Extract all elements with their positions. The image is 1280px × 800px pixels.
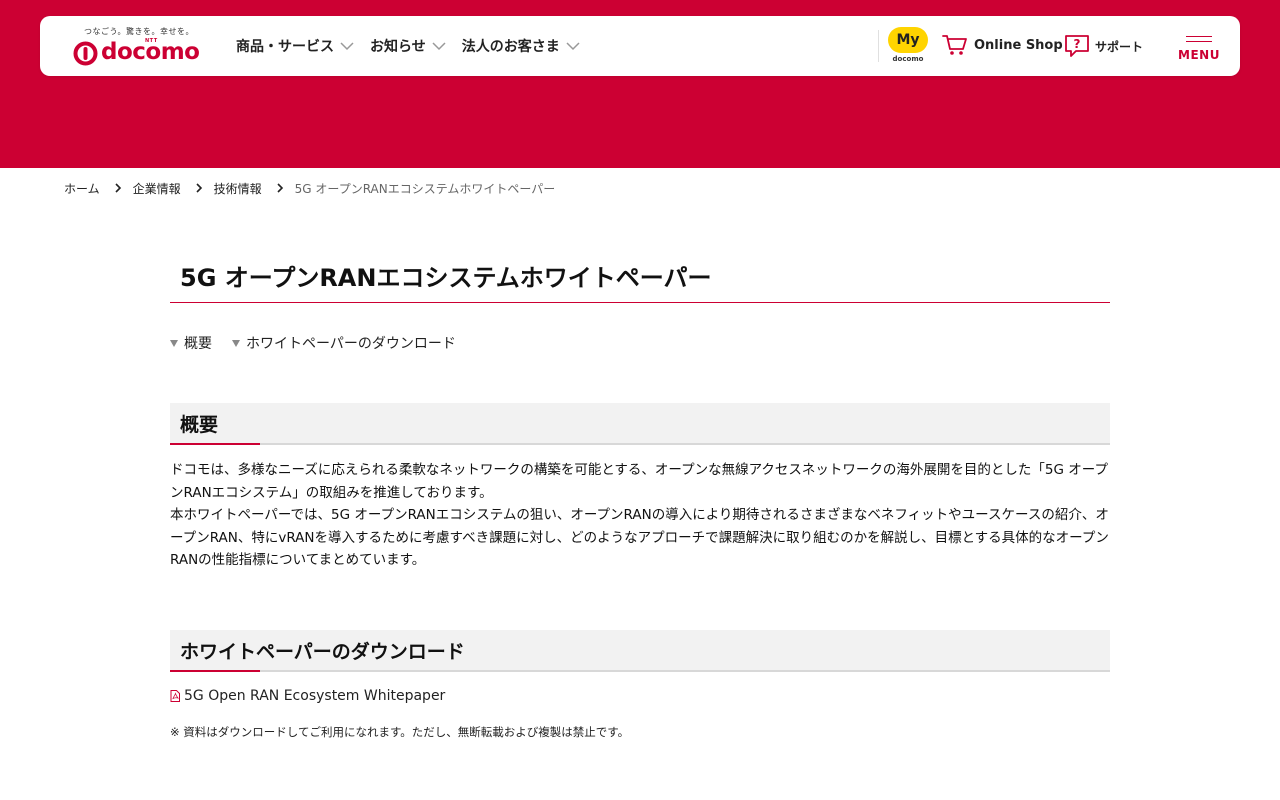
nav-item-news[interactable]: お知らせ xyxy=(370,36,446,56)
support-label: サポート xyxy=(1095,39,1144,54)
heading-accent-bar xyxy=(170,669,260,672)
section-heading-text: ホワイトペーパーのダウンロード xyxy=(180,640,465,663)
my-docomo-sublabel: docomo xyxy=(892,55,924,63)
my-badge: My xyxy=(888,27,928,53)
chevron-right-icon xyxy=(196,183,202,193)
pdf-icon xyxy=(170,689,180,702)
docomo-ring-icon xyxy=(73,41,98,66)
hamburger-icon xyxy=(1186,36,1212,42)
anchor-download[interactable]: ホワイトペーパーのダウンロード xyxy=(232,333,456,353)
logo-tagline: つなごう。驚きを。幸せを。 xyxy=(84,27,195,36)
global-nav: 商品・サービス お知らせ 法人のお客さま xyxy=(236,16,596,76)
breadcrumb-home[interactable]: ホーム xyxy=(64,180,100,197)
chevron-down-icon xyxy=(432,41,446,50)
nav-item-label: お知らせ xyxy=(370,39,426,55)
download-link-label: 5G Open RAN Ecosystem Whitepaper xyxy=(184,687,446,704)
logo-wordmark: docomo xyxy=(101,39,200,65)
breadcrumb-technology[interactable]: 技術情報 xyxy=(214,180,262,197)
chevron-down-icon xyxy=(566,41,580,50)
breadcrumb-current: 5G オープンRANエコシステムホワイトペーパー xyxy=(294,181,556,196)
breadcrumb: ホーム 企業情報 技術情報 5G オープンRANエコシステムホワイトペーパー xyxy=(64,180,555,196)
online-shop-label: Online Shop xyxy=(974,37,1063,53)
nav-item-label: 法人のお客さま xyxy=(461,39,560,55)
whitepaper-download-link[interactable]: 5G Open RAN Ecosystem Whitepaper xyxy=(170,688,1110,704)
cart-icon xyxy=(942,35,967,55)
support-link[interactable]: ? サポート xyxy=(1064,34,1143,58)
svg-text:?: ? xyxy=(1074,37,1081,51)
main-content: 5G オープンRANエコシステムホワイトペーパー 概要 ホワイトペーパーのダウン… xyxy=(170,262,1110,740)
section-heading-overview: 概要 xyxy=(170,403,1110,445)
chevron-down-icon xyxy=(340,41,354,50)
global-header: つなごう。驚きを。幸せを。 NTT docomo 商品・サービス お知らせ 法人… xyxy=(40,16,1240,76)
overview-paragraph: ドコモは、多様なニーズに応えられる柔軟なネットワークの構築を可能とする、オープン… xyxy=(170,462,1108,501)
chevron-right-icon xyxy=(115,183,121,193)
online-shop-link[interactable]: Online Shop xyxy=(942,34,1063,56)
my-docomo-button[interactable]: My docomo xyxy=(888,27,928,65)
anchor-label: ホワイトペーパーのダウンロード xyxy=(246,336,456,352)
triangle-down-icon xyxy=(232,339,240,347)
anchor-overview[interactable]: 概要 xyxy=(170,333,212,353)
anchor-label: 概要 xyxy=(184,336,212,352)
download-note: ※ 資料はダウンロードしてご利用になれます。ただし、無断転載および複製は禁止です… xyxy=(170,724,630,739)
nav-item-products[interactable]: 商品・サービス xyxy=(236,36,354,56)
chevron-right-icon xyxy=(277,183,283,193)
breadcrumb-corporate[interactable]: 企業情報 xyxy=(133,180,181,197)
nav-item-business[interactable]: 法人のお客さま xyxy=(462,36,580,56)
page-title: 5G オープンRANエコシステムホワイトペーパー xyxy=(170,262,1110,303)
docomo-logo[interactable]: つなごう。驚きを。幸せを。 NTT docomo xyxy=(72,24,202,68)
section-heading-download: ホワイトペーパーのダウンロード xyxy=(170,629,1110,672)
help-bubble-icon: ? xyxy=(1065,35,1089,57)
utility-divider xyxy=(878,30,879,62)
overview-body: ドコモは、多様なニーズに応えられる柔軟なネットワークの構築を可能とする、オープン… xyxy=(170,459,1110,572)
heading-accent-bar xyxy=(170,443,260,445)
menu-label: MENU xyxy=(1178,48,1220,62)
triangle-down-icon xyxy=(170,339,178,347)
menu-button[interactable]: MENU xyxy=(1178,34,1220,64)
overview-paragraph: 本ホワイトペーパーでは、5G オープンRANエコシステムの狙い、オープンRANの… xyxy=(170,507,1109,568)
anchor-links: 概要 ホワイトペーパーのダウンロード xyxy=(170,333,1110,353)
section-heading-text: 概要 xyxy=(180,414,219,436)
nav-item-label: 商品・サービス xyxy=(236,39,334,55)
